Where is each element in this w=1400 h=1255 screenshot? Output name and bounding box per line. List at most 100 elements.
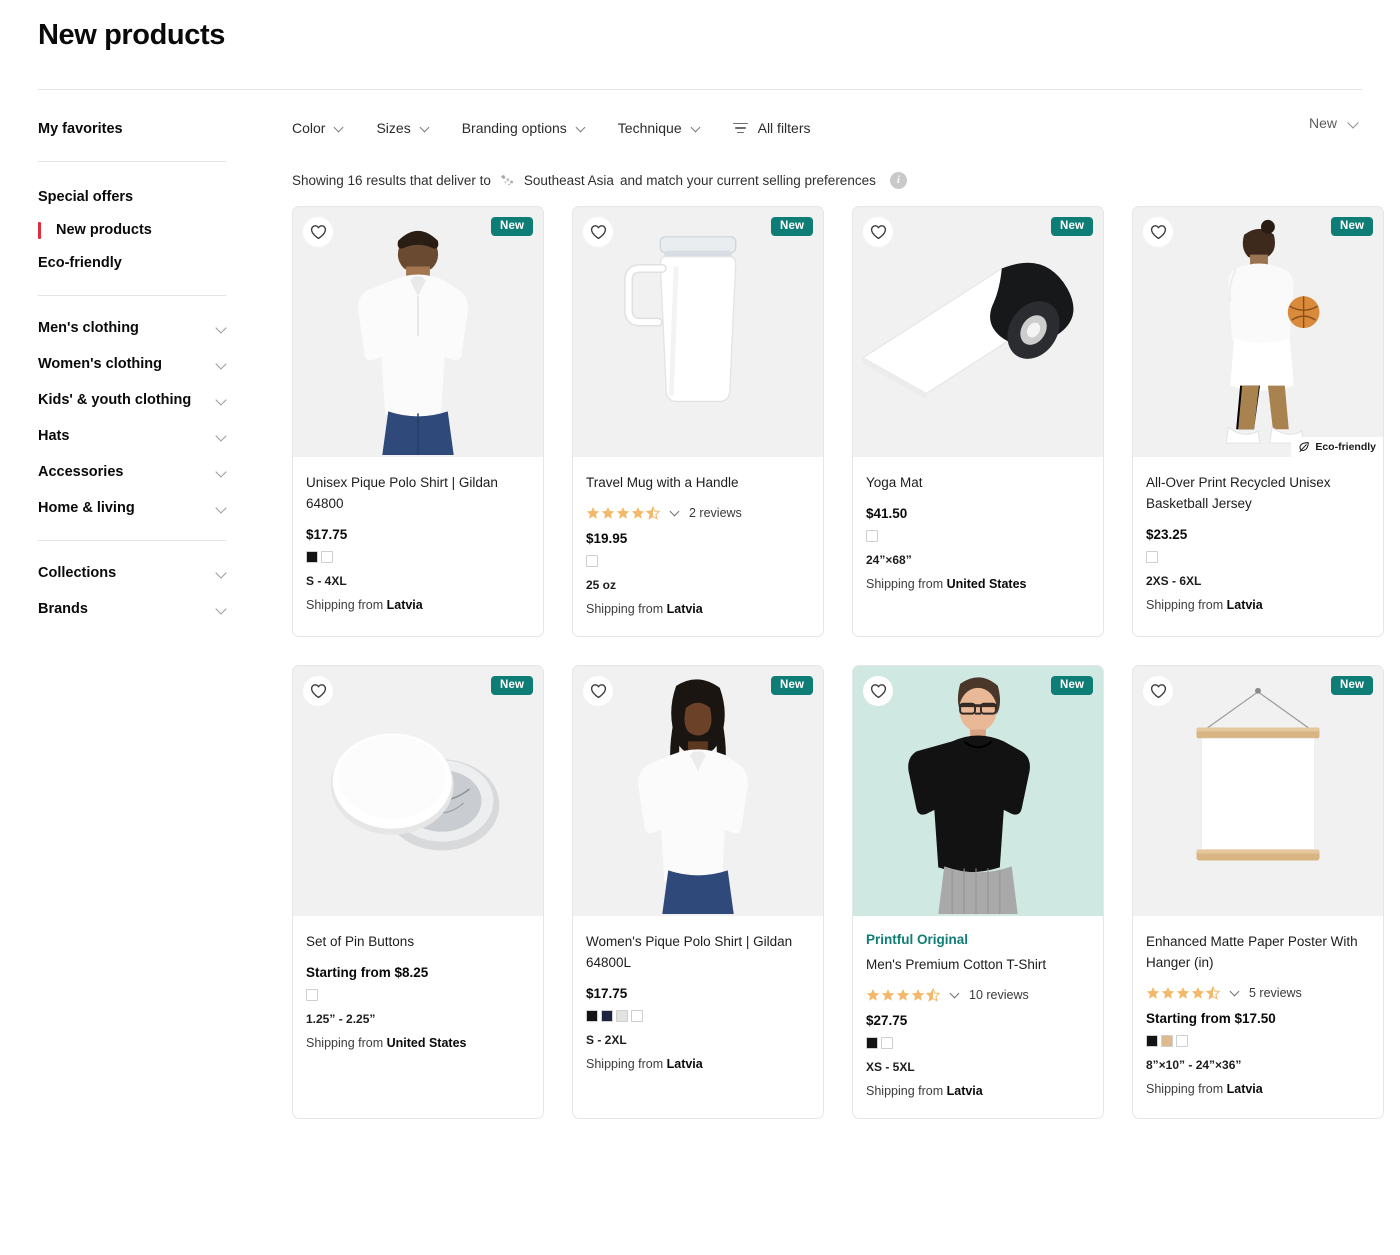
heart-icon bbox=[310, 683, 326, 698]
sidebar-item-brands[interactable]: Brands bbox=[38, 591, 228, 627]
shipping-prefix: Shipping from bbox=[586, 601, 664, 616]
product-image[interactable]: New bbox=[573, 665, 823, 916]
product-price: $27.75 bbox=[866, 1012, 908, 1028]
rating-row[interactable]: 10 reviews bbox=[866, 987, 1090, 1002]
color-swatch[interactable] bbox=[866, 1036, 878, 1049]
sidebar-item-special-offers[interactable]: Special offers bbox=[38, 180, 246, 215]
product-card[interactable]: New Travel Mug with a Handle 2 reviews $19.… bbox=[572, 205, 824, 637]
favorite-heart-button[interactable] bbox=[583, 675, 613, 706]
product-image[interactable]: New Eco-friendly bbox=[1133, 206, 1383, 457]
chevron-down-icon bbox=[216, 567, 228, 579]
product-card[interactable]: New Printful Original Men's Premium Cotton… bbox=[852, 664, 1104, 1119]
new-badge: New bbox=[491, 675, 533, 695]
product-card[interactable]: New Yoga Mat $41.50 24”×68” Shipping from Un… bbox=[852, 205, 1104, 637]
shipping-prefix: Shipping from bbox=[586, 1056, 664, 1071]
filter-color[interactable]: Color bbox=[292, 120, 346, 136]
favorite-heart-button[interactable] bbox=[583, 216, 613, 247]
favorite-heart-button[interactable] bbox=[1143, 675, 1173, 706]
sidebar: My favorites Special offers New products E… bbox=[38, 112, 266, 1119]
favorite-heart-button[interactable] bbox=[303, 675, 333, 706]
color-swatch[interactable] bbox=[586, 554, 598, 567]
chevron-down-icon bbox=[216, 603, 228, 615]
size-range: S - 2XL bbox=[586, 1032, 627, 1047]
all-filters-button[interactable]: All filters bbox=[732, 120, 811, 136]
sidebar-item-women-s-clothing[interactable]: Women's clothing bbox=[38, 346, 228, 382]
color-swatch[interactable] bbox=[306, 550, 318, 563]
sidebar-item-collections[interactable]: Collections bbox=[38, 555, 228, 591]
brand-tag: Printful Original bbox=[866, 931, 969, 947]
product-image[interactable]: New bbox=[293, 206, 543, 457]
shipping-info: Shipping from Latvia bbox=[586, 1057, 810, 1071]
product-card[interactable]: New Enhanced Matte Paper Poster With Hang… bbox=[1132, 664, 1384, 1119]
shipping-country: United States bbox=[386, 1035, 467, 1050]
shipping-info: Shipping from Latvia bbox=[1146, 1082, 1370, 1096]
color-swatch[interactable] bbox=[1146, 550, 1158, 563]
product-card[interactable]: New Women's Pique Polo Shirt | Gildan 648… bbox=[572, 664, 824, 1119]
product-title: Unisex Pique Polo Shirt | Gildan 64800 bbox=[306, 474, 498, 511]
sidebar-item-label: Kids' & youth clothing bbox=[38, 391, 192, 408]
filter-branding-options[interactable]: Branding options bbox=[462, 120, 588, 136]
chevron-down-icon[interactable] bbox=[950, 989, 961, 1000]
chevron-down-icon bbox=[216, 502, 228, 514]
color-swatch[interactable] bbox=[586, 1009, 598, 1022]
favorite-heart-button[interactable] bbox=[863, 216, 893, 247]
chevron-down-icon[interactable] bbox=[1230, 987, 1241, 998]
new-badge: New bbox=[771, 216, 813, 236]
product-image[interactable]: New bbox=[1133, 665, 1383, 916]
sidebar-item-eco-friendly[interactable]: Eco-friendly bbox=[38, 246, 246, 281]
color-swatch[interactable] bbox=[616, 1009, 628, 1022]
shipping-info: Shipping from Latvia bbox=[866, 1084, 1090, 1098]
product-image[interactable]: New bbox=[293, 665, 543, 916]
color-swatch[interactable] bbox=[1161, 1034, 1173, 1047]
product-image[interactable]: New bbox=[853, 665, 1103, 916]
chevron-down-icon bbox=[1348, 117, 1360, 129]
info-icon[interactable]: i bbox=[889, 171, 907, 189]
sidebar-item-new-products[interactable]: New products bbox=[38, 215, 246, 246]
product-grid: New Unisex Pique Polo Shirt | Gildan 6480… bbox=[292, 205, 1400, 1119]
heart-icon bbox=[870, 224, 886, 239]
product-details: Women's Pique Polo Shirt | Gildan 64800L… bbox=[573, 916, 823, 1118]
sidebar-item-hats[interactable]: Hats bbox=[38, 418, 228, 454]
favorite-heart-button[interactable] bbox=[1143, 216, 1173, 247]
rating-row[interactable]: 5 reviews bbox=[1146, 985, 1370, 1000]
color-swatch[interactable] bbox=[866, 529, 878, 542]
product-card[interactable]: New Unisex Pique Polo Shirt | Gildan 6480… bbox=[292, 205, 544, 637]
sidebar-item-kids-youth-clothing[interactable]: Kids' & youth clothing bbox=[38, 382, 228, 418]
product-card[interactable]: New Set of Pin Buttons Starting from $8.25… bbox=[292, 664, 544, 1119]
shipping-country: Latvia bbox=[666, 1056, 703, 1071]
sidebar-item-label: Collections bbox=[38, 564, 117, 581]
sort-dropdown[interactable]: New bbox=[1309, 115, 1360, 131]
sidebar-item-my-favorites[interactable]: My favorites bbox=[38, 112, 246, 147]
heart-icon bbox=[590, 224, 606, 239]
favorite-heart-button[interactable] bbox=[863, 675, 893, 706]
sidebar-promo-group: Special offers New products Eco-friendly bbox=[38, 176, 246, 281]
rating-row[interactable]: 2 reviews bbox=[586, 505, 810, 520]
color-swatch[interactable] bbox=[321, 550, 333, 563]
product-image[interactable]: New bbox=[573, 206, 823, 457]
shipping-prefix: Shipping from bbox=[866, 576, 944, 591]
product-title: Travel Mug with a Handle bbox=[586, 474, 739, 490]
product-card[interactable]: New Eco-friendly All-Over Print Recycled U… bbox=[1132, 205, 1384, 637]
review-count: 10 reviews bbox=[969, 987, 1029, 1002]
product-title: Yoga Mat bbox=[866, 474, 923, 490]
filter-technique[interactable]: Technique bbox=[618, 120, 703, 136]
shipping-country: Latvia bbox=[1226, 1081, 1263, 1096]
filter-label: Technique bbox=[617, 119, 682, 136]
favorite-heart-button[interactable] bbox=[303, 216, 333, 247]
color-swatch[interactable] bbox=[631, 1009, 643, 1022]
sidebar-item-home-living[interactable]: Home & living bbox=[38, 490, 228, 526]
filter-sizes[interactable]: Sizes bbox=[376, 120, 431, 136]
product-details: Yoga Mat $41.50 24”×68” Shipping from Unite… bbox=[853, 457, 1103, 636]
chevron-down-icon[interactable] bbox=[670, 507, 681, 518]
color-swatch[interactable] bbox=[881, 1036, 893, 1049]
color-swatch[interactable] bbox=[306, 988, 318, 1001]
color-swatch[interactable] bbox=[601, 1009, 613, 1022]
sidebar-item-men-s-clothing[interactable]: Men's clothing bbox=[38, 310, 228, 346]
product-details: Unisex Pique Polo Shirt | Gildan 64800 $1… bbox=[293, 457, 543, 636]
color-swatch[interactable] bbox=[1146, 1034, 1158, 1047]
sidebar-item-accessories[interactable]: Accessories bbox=[38, 454, 228, 490]
product-image[interactable]: New bbox=[853, 206, 1103, 457]
shipping-country: Latvia bbox=[946, 1083, 983, 1098]
color-swatch[interactable] bbox=[1176, 1034, 1188, 1047]
main-content: Color Sizes Branding options Technique All … bbox=[266, 112, 1400, 1119]
